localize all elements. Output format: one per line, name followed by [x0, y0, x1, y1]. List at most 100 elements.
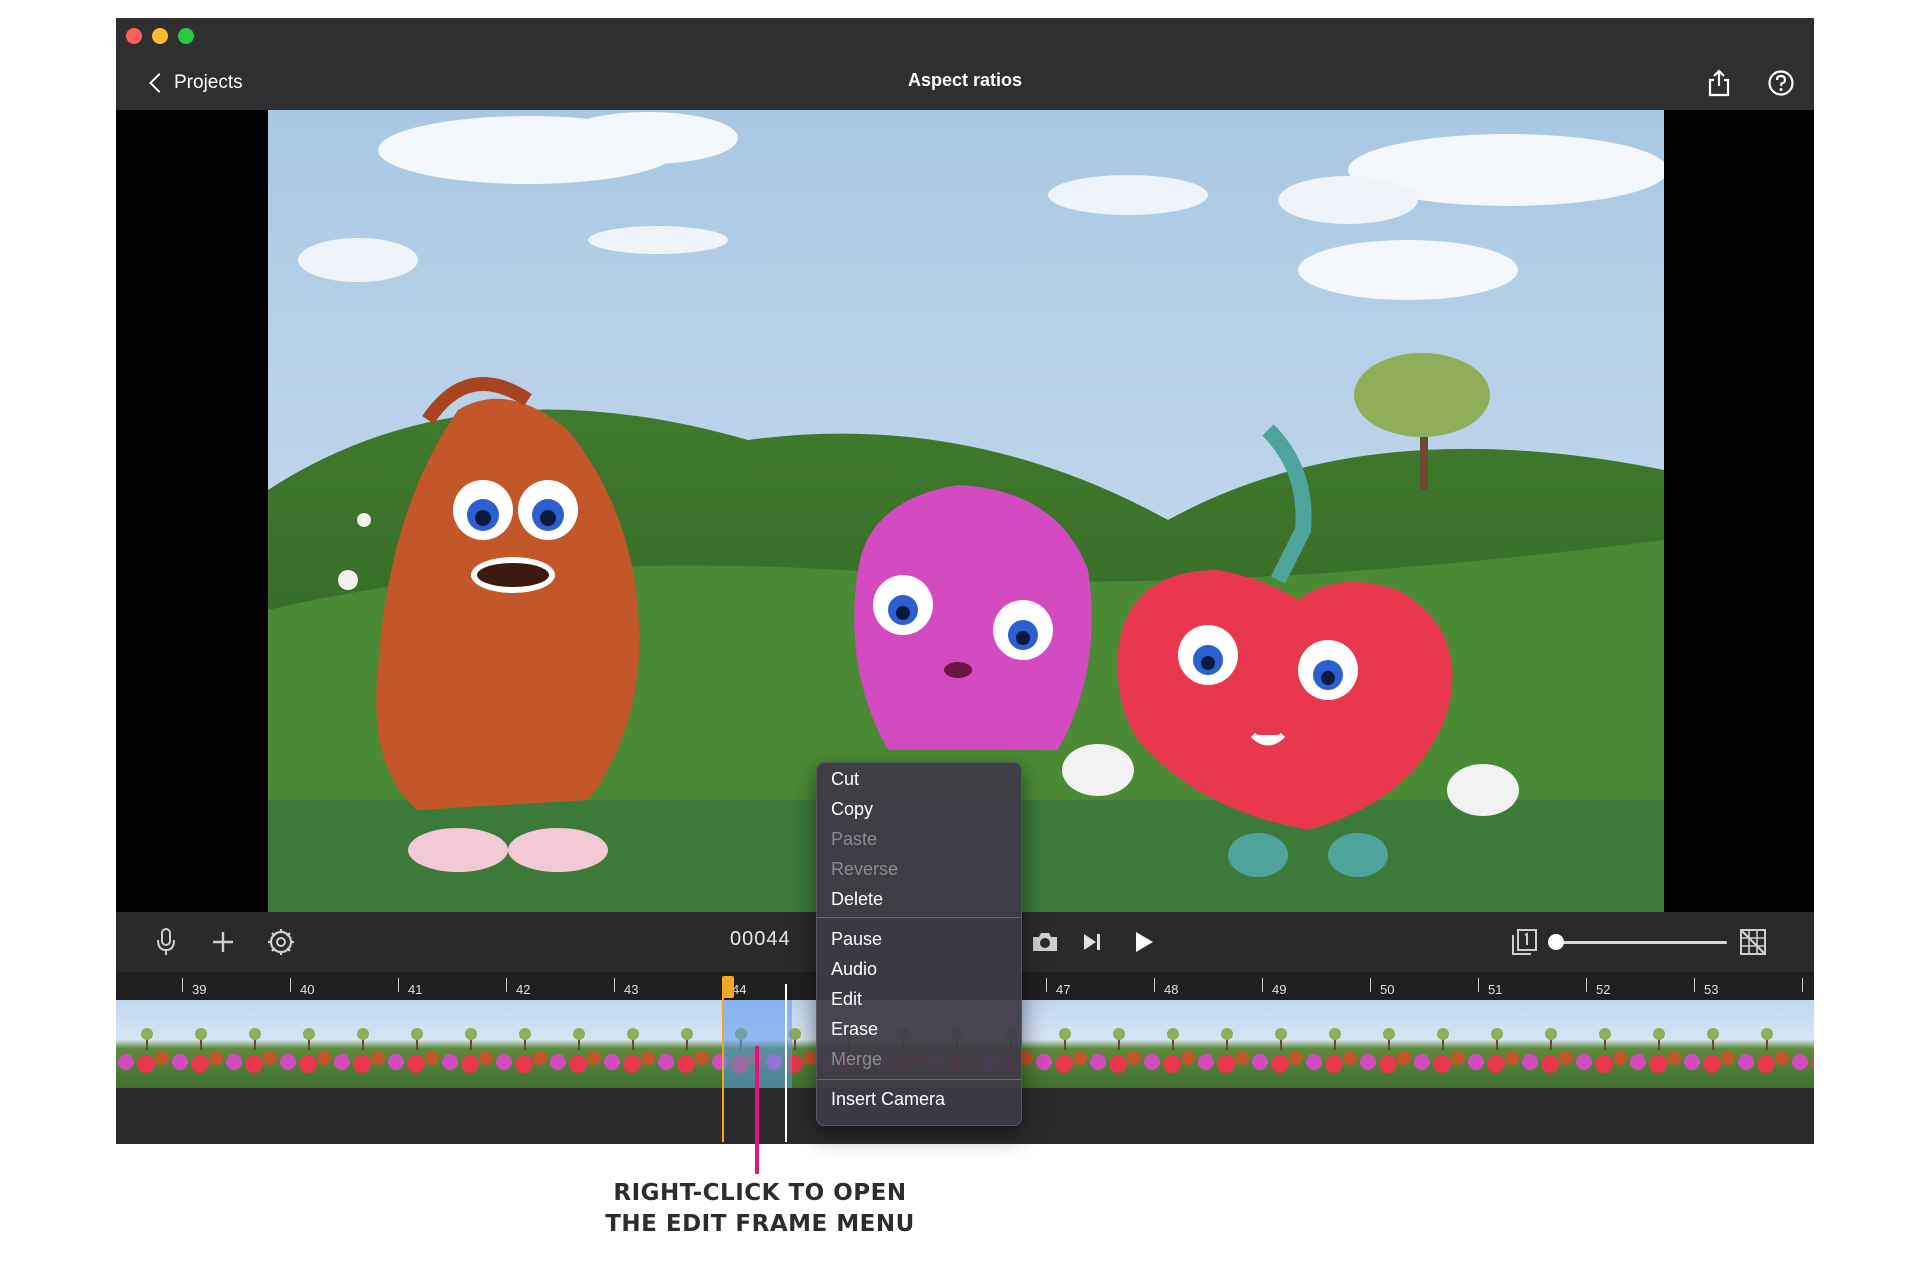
frame-counter: 00044	[730, 928, 791, 950]
step-forward-button[interactable]	[1080, 926, 1104, 958]
frame-thumbnail[interactable]	[1196, 1000, 1250, 1088]
window-title: Aspect ratios	[907, 70, 1023, 90]
menu-item-insert-camera[interactable]: Insert Camera	[831, 1089, 945, 1110]
record-audio-button[interactable]	[154, 926, 178, 958]
menu-item-erase[interactable]: Erase	[831, 1019, 878, 1040]
title-bar: Projects Aspect ratios	[116, 18, 1814, 110]
ruler-tick	[1694, 978, 1695, 992]
frame-thumbnail[interactable]	[602, 1000, 656, 1088]
step-forward-icon	[1084, 934, 1100, 950]
ruler-frame-label: 51	[1488, 982, 1503, 997]
playhead-handle[interactable]	[722, 976, 734, 998]
playhead-line[interactable]	[722, 996, 724, 1142]
frame-thumbnail[interactable]	[332, 1000, 386, 1088]
ruler-frame-label: 49	[1272, 982, 1287, 997]
ruler-frame-label: 50	[1380, 982, 1395, 997]
frame-thumbnail[interactable]	[1736, 1000, 1790, 1088]
play-icon	[1136, 932, 1153, 952]
ruler-tick	[290, 978, 291, 992]
settings-icon	[268, 929, 294, 955]
ruler-tick	[1586, 978, 1587, 992]
capture-frame-button[interactable]	[1030, 926, 1060, 958]
minimize-window-button[interactable]	[152, 28, 168, 44]
edit-frame-context-menu: Cut Copy Paste Reverse Delete Pause Audi…	[816, 762, 1022, 1126]
frame-thumbnail[interactable]	[278, 1000, 332, 1088]
zoom-window-button[interactable]	[178, 28, 194, 44]
frame-thumbnail[interactable]	[1250, 1000, 1304, 1088]
ruler-tick	[398, 978, 399, 992]
annotation-callout: RIGHT-CLICK TO OPEN THE EDIT FRAME MENU	[540, 1178, 980, 1240]
ruler-tick	[614, 978, 615, 992]
frame-thumbnail[interactable]	[224, 1000, 278, 1088]
add-button[interactable]	[210, 926, 236, 958]
ruler-tick	[1154, 978, 1155, 992]
menu-item-delete[interactable]: Delete	[831, 889, 883, 910]
menu-item-audio[interactable]: Audio	[831, 959, 877, 980]
frame-thumbnail[interactable]	[440, 1000, 494, 1088]
ruler-tick	[1262, 978, 1263, 992]
ruler-frame-label: 39	[192, 982, 207, 997]
menu-item-paste: Paste	[831, 829, 878, 849]
frame-thumbnail[interactable]	[656, 1000, 710, 1088]
annotation-pointer-line	[755, 1046, 759, 1174]
frame-thumbnail[interactable]	[548, 1000, 602, 1088]
menu-item-edit[interactable]: Edit	[831, 989, 862, 1010]
frame-thumbnail[interactable]	[1520, 1000, 1574, 1088]
grid-toggle-button[interactable]	[1736, 926, 1770, 958]
ruler-frame-label: 48	[1164, 982, 1179, 997]
frame-thumbnail[interactable]	[1358, 1000, 1412, 1088]
ruler-frame-label: 41	[408, 982, 423, 997]
frame-thumbnail[interactable]	[1412, 1000, 1466, 1088]
insertion-cursor-line	[785, 984, 787, 1142]
menu-separator	[817, 917, 1021, 918]
ruler-tick	[182, 978, 183, 992]
ruler-frame-label: 53	[1704, 982, 1719, 997]
frame-thumbnail[interactable]	[116, 1000, 170, 1088]
frame-thumbnail[interactable]	[1628, 1000, 1682, 1088]
ruler-tick	[1046, 978, 1047, 992]
frame-thumbnail[interactable]	[1304, 1000, 1358, 1088]
onion-skin-button[interactable]	[1508, 926, 1540, 958]
ruler-tick	[1370, 978, 1371, 992]
frame-thumbnail[interactable]	[386, 1000, 440, 1088]
ruler-frame-label: 40	[300, 982, 315, 997]
annotation-line-2: THE EDIT FRAME MENU	[605, 1211, 915, 1237]
ruler-tick	[506, 978, 507, 992]
onion-skin-icon	[1512, 929, 1537, 955]
menu-separator	[817, 1079, 1021, 1080]
ruler-frame-label: 52	[1596, 982, 1611, 997]
frame-thumbnail[interactable]	[1790, 1000, 1814, 1088]
menu-item-merge: Merge	[831, 1049, 883, 1069]
frame-thumbnail[interactable]	[1034, 1000, 1088, 1088]
onion-skin-slider-knob[interactable]	[1548, 934, 1564, 950]
ruler-frame-label: 42	[516, 982, 531, 997]
ruler-frame-label: 44	[732, 982, 747, 997]
frame-thumbnail[interactable]	[1466, 1000, 1520, 1088]
menu-item-copy[interactable]: Copy	[831, 799, 873, 820]
frame-thumbnail[interactable]	[1682, 1000, 1736, 1088]
microphone-icon	[157, 928, 175, 955]
ruler-tick	[1478, 978, 1479, 992]
annotation-line-1: RIGHT-CLICK TO OPEN	[613, 1180, 907, 1206]
help-button[interactable]	[1766, 68, 1796, 98]
frame-thumbnail[interactable]	[170, 1000, 224, 1088]
menu-item-pause[interactable]: Pause	[831, 929, 882, 950]
onion-skin-slider[interactable]	[1552, 941, 1727, 944]
grid-icon	[1740, 929, 1766, 955]
play-button[interactable]	[1132, 926, 1156, 958]
menu-item-reverse: Reverse	[831, 859, 899, 879]
ruler-frame-label: 43	[624, 982, 639, 997]
frame-thumbnail[interactable]	[1142, 1000, 1196, 1088]
frame-thumbnail[interactable]	[494, 1000, 548, 1088]
help-icon	[1768, 70, 1794, 96]
frame-thumbnail[interactable]	[1088, 1000, 1142, 1088]
close-window-button[interactable]	[126, 28, 142, 44]
menu-item-cut[interactable]: Cut	[831, 769, 859, 790]
share-button[interactable]	[1704, 68, 1734, 98]
frame-thumbnail[interactable]	[1574, 1000, 1628, 1088]
share-icon	[1708, 69, 1730, 97]
ruler-frame-label: 47	[1056, 982, 1071, 997]
ruler-tick	[1802, 978, 1803, 992]
camera-icon	[1033, 933, 1057, 951]
settings-button[interactable]	[266, 926, 296, 958]
